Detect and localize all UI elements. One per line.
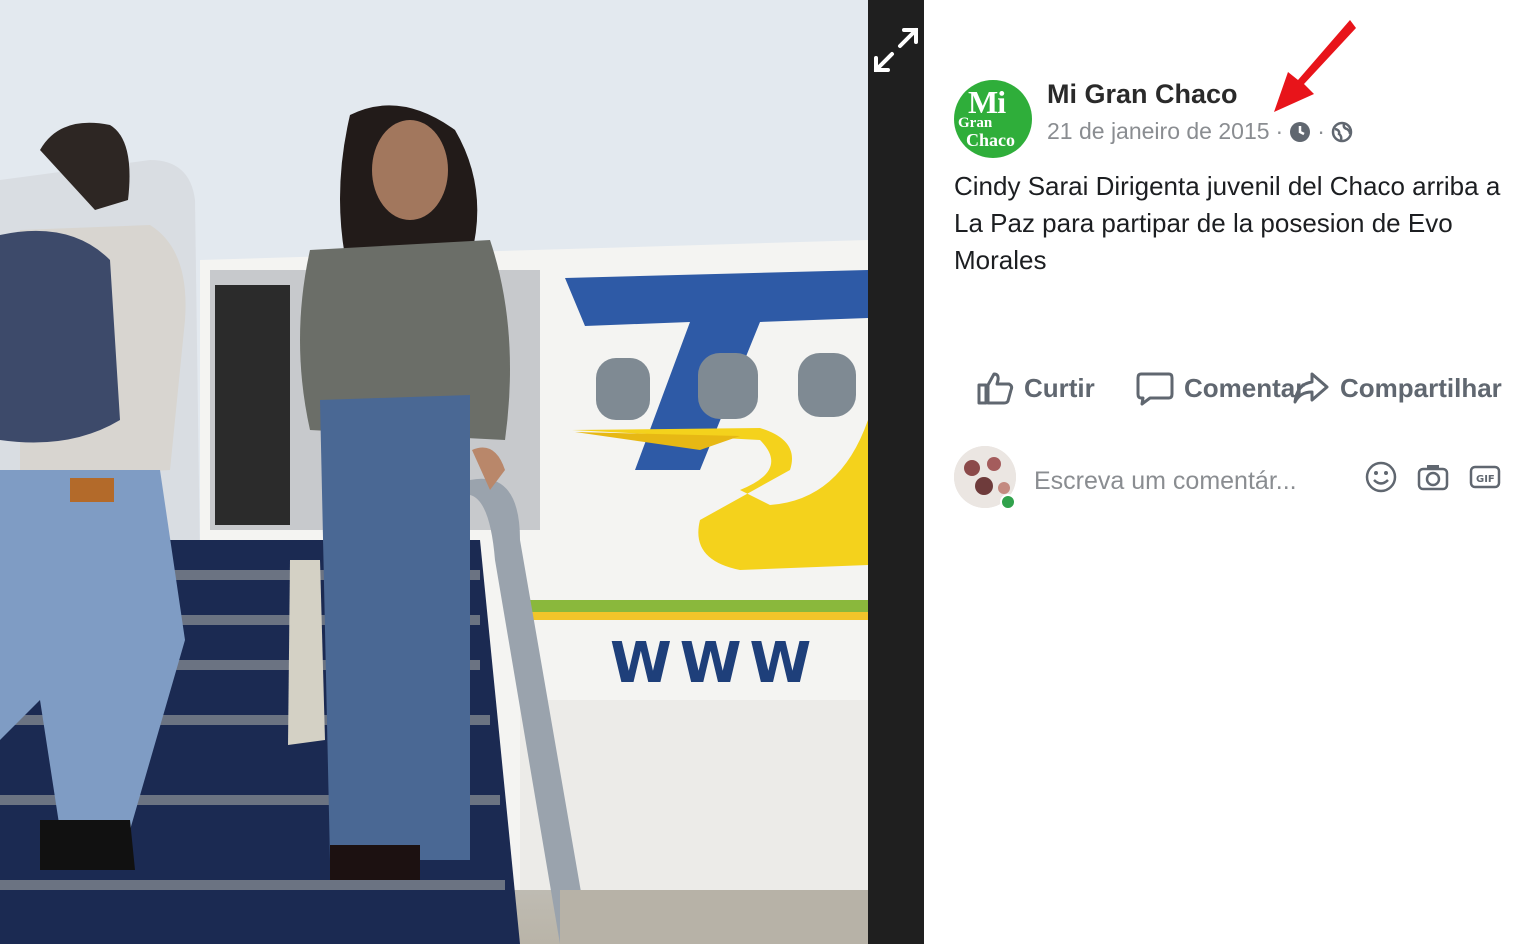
- comment-input[interactable]: [1032, 454, 1536, 508]
- online-status-dot: [1000, 494, 1016, 510]
- post-text: Cindy Sarai Dirigenta juvenil del Chaco …: [954, 168, 1534, 279]
- smiley-icon[interactable]: [1364, 460, 1398, 494]
- post-meta: 21 de janeiro de 2015 · ·: [1047, 118, 1353, 145]
- share-label: Compartilhar: [1340, 372, 1502, 403]
- speech-bubble-icon: [1136, 372, 1174, 406]
- thumbs-up-icon: [977, 372, 1014, 405]
- comment-composer: GIF: [954, 446, 1536, 516]
- meta-separator-2: ·: [1317, 118, 1325, 144]
- like-label: Curtir: [1024, 372, 1095, 403]
- post-text-line-3: Morales: [954, 245, 1047, 275]
- post-text-line-2: La Paz para partipar de la posesion de E…: [954, 208, 1453, 238]
- share-button[interactable]: Compartilhar: [1292, 366, 1536, 410]
- page-name[interactable]: Mi Gran Chaco: [1047, 79, 1238, 110]
- comment-button[interactable]: Comentar: [1136, 366, 1306, 410]
- post-photo[interactable]: WWW: [0, 0, 868, 944]
- post-text-line-1: Cindy Sarai Dirigenta juvenil del Chaco …: [954, 171, 1501, 201]
- camera-icon[interactable]: [1416, 460, 1450, 494]
- page-avatar[interactable]: Mi Gran Chaco: [954, 80, 1032, 158]
- photo-scene: WWW: [0, 0, 868, 944]
- post-actions: Curtir Comentar Compartilhar: [976, 366, 1536, 410]
- clock-icon: [1290, 121, 1311, 142]
- meta-separator: ·: [1275, 118, 1284, 144]
- aircraft-www-text: WWW: [610, 631, 819, 696]
- expand-arrows-icon[interactable]: [870, 24, 922, 76]
- post-date[interactable]: 21 de janeiro de 2015: [1047, 118, 1270, 145]
- page-logo: Mi Gran Chaco: [958, 84, 1015, 150]
- gif-icon[interactable]: GIF: [1468, 460, 1502, 494]
- like-button[interactable]: Curtir: [976, 366, 1095, 410]
- red-arrow-icon: [1274, 20, 1356, 112]
- photo-side-strip: [868, 0, 924, 944]
- globe-icon: [1331, 121, 1353, 142]
- share-arrow-icon: [1293, 372, 1329, 404]
- comment-label: Comentar: [1184, 372, 1306, 403]
- svg-text:GIF: GIF: [1476, 474, 1495, 485]
